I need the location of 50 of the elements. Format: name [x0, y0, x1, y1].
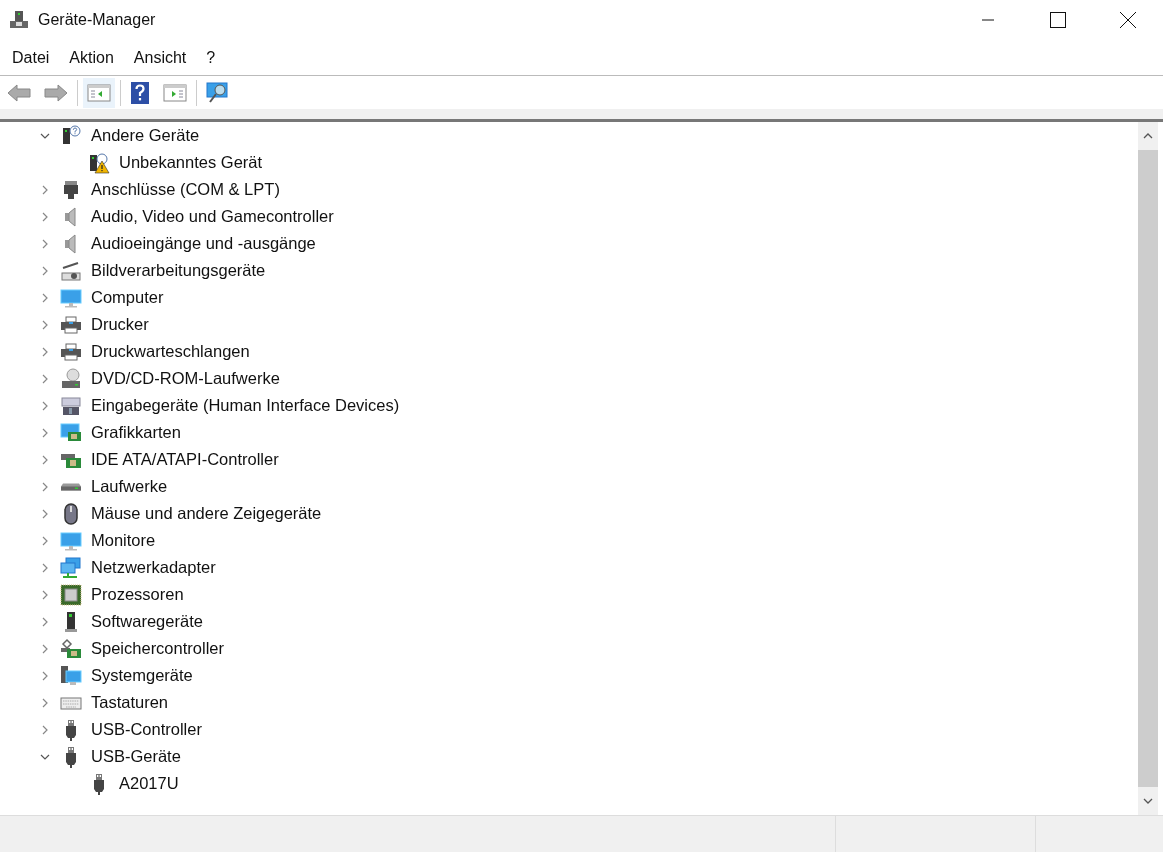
storage-controller-icon [60, 637, 82, 660]
tree-item[interactable]: A2017U [119, 774, 179, 793]
tree-item[interactable]: Audioeingänge und -ausgänge [91, 234, 316, 253]
tree-item[interactable]: Netzwerkadapter [91, 558, 216, 577]
menu-item[interactable]: ? [198, 44, 224, 71]
console-tree-button[interactable] [83, 77, 115, 108]
scanner-camera-icon [60, 259, 82, 282]
processor-icon [60, 583, 82, 606]
tree-item[interactable]: Laufwerke [91, 477, 168, 496]
network-icon [60, 556, 82, 579]
tree-item[interactable]: Druckwarteschlangen [91, 342, 250, 361]
tree-item[interactable]: USB-Controller [91, 720, 202, 739]
tree-item[interactable]: Eingabegeräte (Human Interface Devices) [91, 396, 400, 415]
tree-item[interactable]: Tastaturen [91, 693, 169, 712]
tree-item[interactable]: Monitore [91, 531, 156, 550]
device-question-icon [60, 124, 82, 147]
device-manager-icon [9, 10, 29, 30]
device-warning-icon [88, 151, 110, 174]
tree-item[interactable]: USB-Geräte [91, 747, 181, 766]
maximize-icon[interactable] [1050, 12, 1066, 28]
tree-item[interactable]: Audio, Video und Gamecontroller [91, 207, 334, 226]
scroll-up-icon[interactable] [1143, 133, 1153, 139]
printer-icon [60, 313, 82, 336]
tree-item[interactable]: Andere Geräte [91, 126, 200, 145]
menu-item[interactable]: Aktion [61, 44, 122, 71]
tree-item[interactable]: Anschlüsse (COM & LPT) [91, 180, 280, 199]
graphics-card-icon [60, 421, 82, 444]
system-icon [60, 664, 82, 687]
window-title: Geräte-Manager [38, 11, 156, 29]
tree-item[interactable]: Mäuse und andere Zeigegeräte [91, 504, 322, 523]
disc-drive-icon [60, 367, 82, 390]
monitor-icon [60, 529, 82, 552]
tree-item[interactable]: Unbekanntes Gerät [119, 153, 263, 172]
tree-item[interactable]: DVD/CD-ROM-Laufwerke [91, 369, 280, 388]
tree-item[interactable]: Computer [91, 288, 164, 307]
monitor-icon [60, 286, 82, 309]
menu-item[interactable]: Ansicht [125, 44, 195, 71]
printer-icon [60, 340, 82, 363]
scroll-down-icon[interactable] [1143, 798, 1153, 804]
tree-item[interactable]: Speichercontroller [91, 639, 224, 658]
tree-item[interactable]: Bildverarbeitungsgeräte [91, 261, 266, 280]
tree-item[interactable]: Grafikkarten [91, 423, 181, 442]
keyboard-joystick-icon [60, 394, 82, 417]
tree-item[interactable]: Softwaregeräte [91, 612, 203, 631]
tree-item[interactable]: Systemgeräte [91, 666, 193, 685]
close-icon[interactable] [1120, 12, 1136, 28]
menu-item[interactable]: Datei [4, 44, 58, 71]
tree-item[interactable]: IDE ATA/ATAPI-Controller [91, 450, 279, 469]
tree-item[interactable]: Prozessoren [91, 585, 184, 604]
tree-item[interactable]: Drucker [91, 315, 149, 334]
